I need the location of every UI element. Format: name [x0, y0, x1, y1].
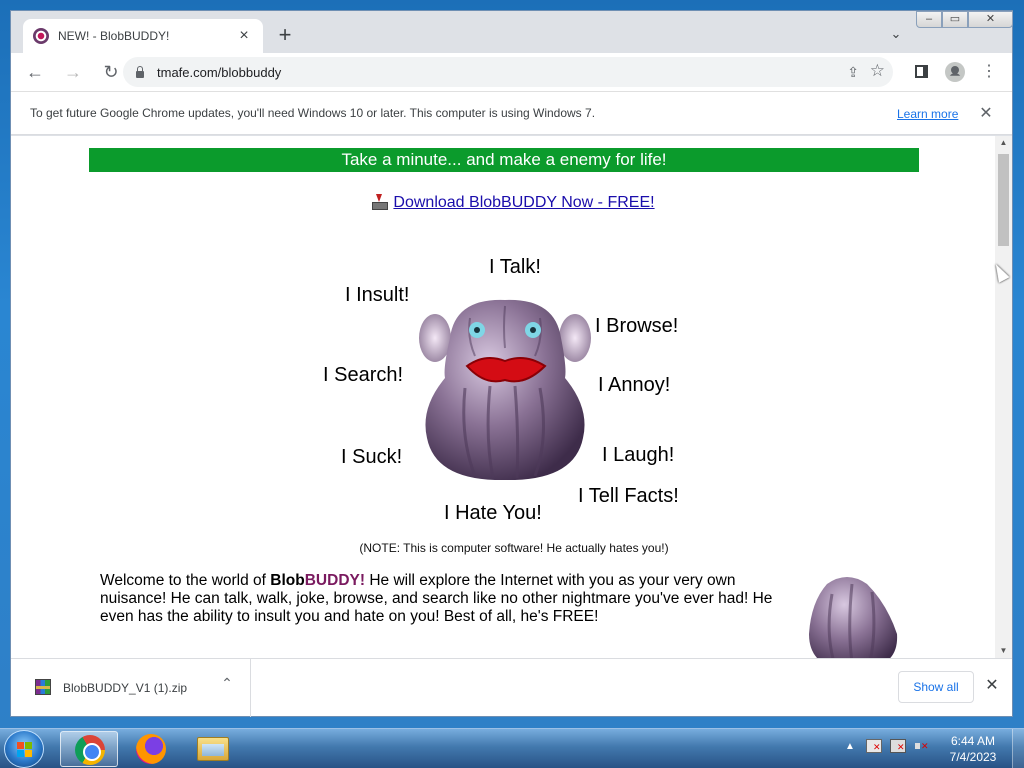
- browser-window: NEW! - BlobBUDDY! × + ⌄ – ▭ ✕ ← → ↻ tmaf…: [10, 10, 1013, 717]
- start-button[interactable]: [4, 730, 44, 768]
- download-options-chevron-icon[interactable]: ⌃: [217, 675, 237, 692]
- minimize-button[interactable]: –: [916, 11, 942, 28]
- word-laugh: I Laugh!: [602, 444, 675, 466]
- file-explorer-icon: [197, 737, 229, 761]
- forward-button[interactable]: →: [59, 58, 87, 86]
- show-all-button[interactable]: Show all: [898, 671, 974, 703]
- volume-muted-icon[interactable]: [914, 739, 930, 753]
- firefox-icon: [136, 734, 166, 764]
- brand-buddy: BUDDY!: [304, 572, 366, 589]
- taskbar-chrome-button[interactable]: [60, 731, 118, 767]
- update-infobar: To get future Google Chrome updates, you…: [11, 91, 1012, 135]
- welcome-prefix: Welcome to the world of: [100, 572, 271, 589]
- back-button[interactable]: ←: [21, 58, 49, 86]
- download-icon[interactable]: [371, 194, 389, 210]
- tab-close-icon[interactable]: ×: [235, 27, 253, 45]
- scrollbar-thumb[interactable]: [998, 154, 1009, 246]
- download-link[interactable]: Download BlobBUDDY Now - FREE!: [393, 194, 654, 211]
- clock-date: 7/4/2023: [949, 750, 997, 764]
- download-shelf-close-icon[interactable]: ✕: [983, 675, 1001, 695]
- url-text[interactable]: tmafe.com/blobbuddy: [157, 65, 281, 80]
- learn-more-link[interactable]: Learn more: [897, 107, 958, 121]
- chrome-icon: [75, 735, 105, 765]
- word-hate-you: I Hate You!: [444, 502, 542, 524]
- reload-button[interactable]: ↻: [97, 58, 125, 86]
- infobar-close-icon[interactable]: ✕: [977, 103, 995, 123]
- blobbuddy-small-image: [809, 577, 898, 658]
- windows-logo-icon: [17, 742, 33, 758]
- word-browse: I Browse!: [595, 315, 679, 337]
- disclaimer-note: (NOTE: This is computer software! He act…: [359, 541, 669, 555]
- word-annoy: I Annoy!: [598, 374, 671, 396]
- tab-blobbuddy[interactable]: NEW! - BlobBUDDY! ×: [23, 19, 263, 53]
- new-tab-button[interactable]: +: [273, 24, 297, 48]
- browser-toolbar: ← → ↻ tmafe.com/blobbuddy ⇪ ☆ ⋮: [11, 53, 1012, 91]
- word-search: I Search!: [323, 364, 404, 386]
- tagline-banner: Take a minute... and make a enemy for li…: [89, 148, 919, 172]
- tab-title: NEW! - BlobBUDDY!: [58, 29, 170, 43]
- bookmark-star-icon[interactable]: ☆: [870, 61, 885, 81]
- taskbar-firefox-button[interactable]: [122, 731, 180, 767]
- tab-strip: NEW! - BlobBUDDY! × + ⌄ – ▭ ✕: [11, 11, 1013, 53]
- site-favicon-icon: [33, 28, 49, 44]
- action-center-flag-icon[interactable]: [866, 739, 882, 753]
- page-viewport: Take a minute... and make a enemy for li…: [11, 136, 1012, 658]
- tab-search-chevron-icon[interactable]: ⌄: [886, 26, 906, 46]
- share-icon[interactable]: ⇪: [847, 64, 859, 81]
- side-panel-icon[interactable]: [908, 58, 934, 86]
- maximize-button[interactable]: ▭: [942, 11, 968, 28]
- download-file-name[interactable]: BlobBUDDY_V1 (1).zip: [63, 681, 187, 695]
- word-insult: I Insult!: [345, 284, 410, 306]
- taskbar-clock[interactable]: 6:44 AM 7/4/2023: [940, 733, 1006, 765]
- clock-time: 6:44 AM: [950, 734, 996, 748]
- infobar-message: To get future Google Chrome updates, you…: [30, 106, 596, 120]
- windows-taskbar: ▲ 6:44 AM 7/4/2023: [0, 728, 1024, 768]
- word-talk: I Talk!: [489, 256, 541, 278]
- word-tell-facts: I Tell Facts!: [578, 485, 679, 507]
- taskbar-explorer-button[interactable]: [184, 731, 242, 767]
- word-suck: I Suck!: [341, 446, 403, 468]
- chrome-menu-icon[interactable]: ⋮: [976, 58, 1002, 86]
- download-item[interactable]: BlobBUDDY_V1 (1).zip ⌃: [11, 659, 251, 717]
- lock-icon[interactable]: [135, 66, 145, 78]
- download-link-row: Download BlobBUDDY Now - FREE!: [11, 194, 1012, 212]
- zip-archive-icon: [35, 679, 51, 695]
- network-disconnected-icon[interactable]: [890, 739, 906, 753]
- system-tray: ▲: [842, 739, 930, 753]
- download-shelf: BlobBUDDY_V1 (1).zip ⌃ Show all ✕: [11, 658, 1012, 717]
- welcome-paragraph: Welcome to the world of BlobBUDDY! He wi…: [100, 572, 780, 626]
- toolbar-right: ⋮: [908, 58, 1002, 86]
- profile-avatar-icon[interactable]: [942, 58, 968, 86]
- scroll-down-arrow-icon[interactable]: ▼: [995, 644, 1012, 658]
- show-desktop-button[interactable]: [1012, 729, 1024, 768]
- tray-expand-icon[interactable]: ▲: [842, 741, 858, 752]
- blobbuddy-character-image: [419, 299, 591, 480]
- scroll-up-arrow-icon[interactable]: ▲: [995, 136, 1012, 150]
- page-scrollbar[interactable]: ▲ ▼: [995, 136, 1012, 658]
- window-controls: – ▭ ✕: [916, 11, 1013, 28]
- address-bar[interactable]: tmafe.com/blobbuddy ⇪ ☆: [123, 57, 893, 87]
- close-window-button[interactable]: ✕: [968, 11, 1013, 28]
- brand-blob: Blob: [270, 572, 305, 589]
